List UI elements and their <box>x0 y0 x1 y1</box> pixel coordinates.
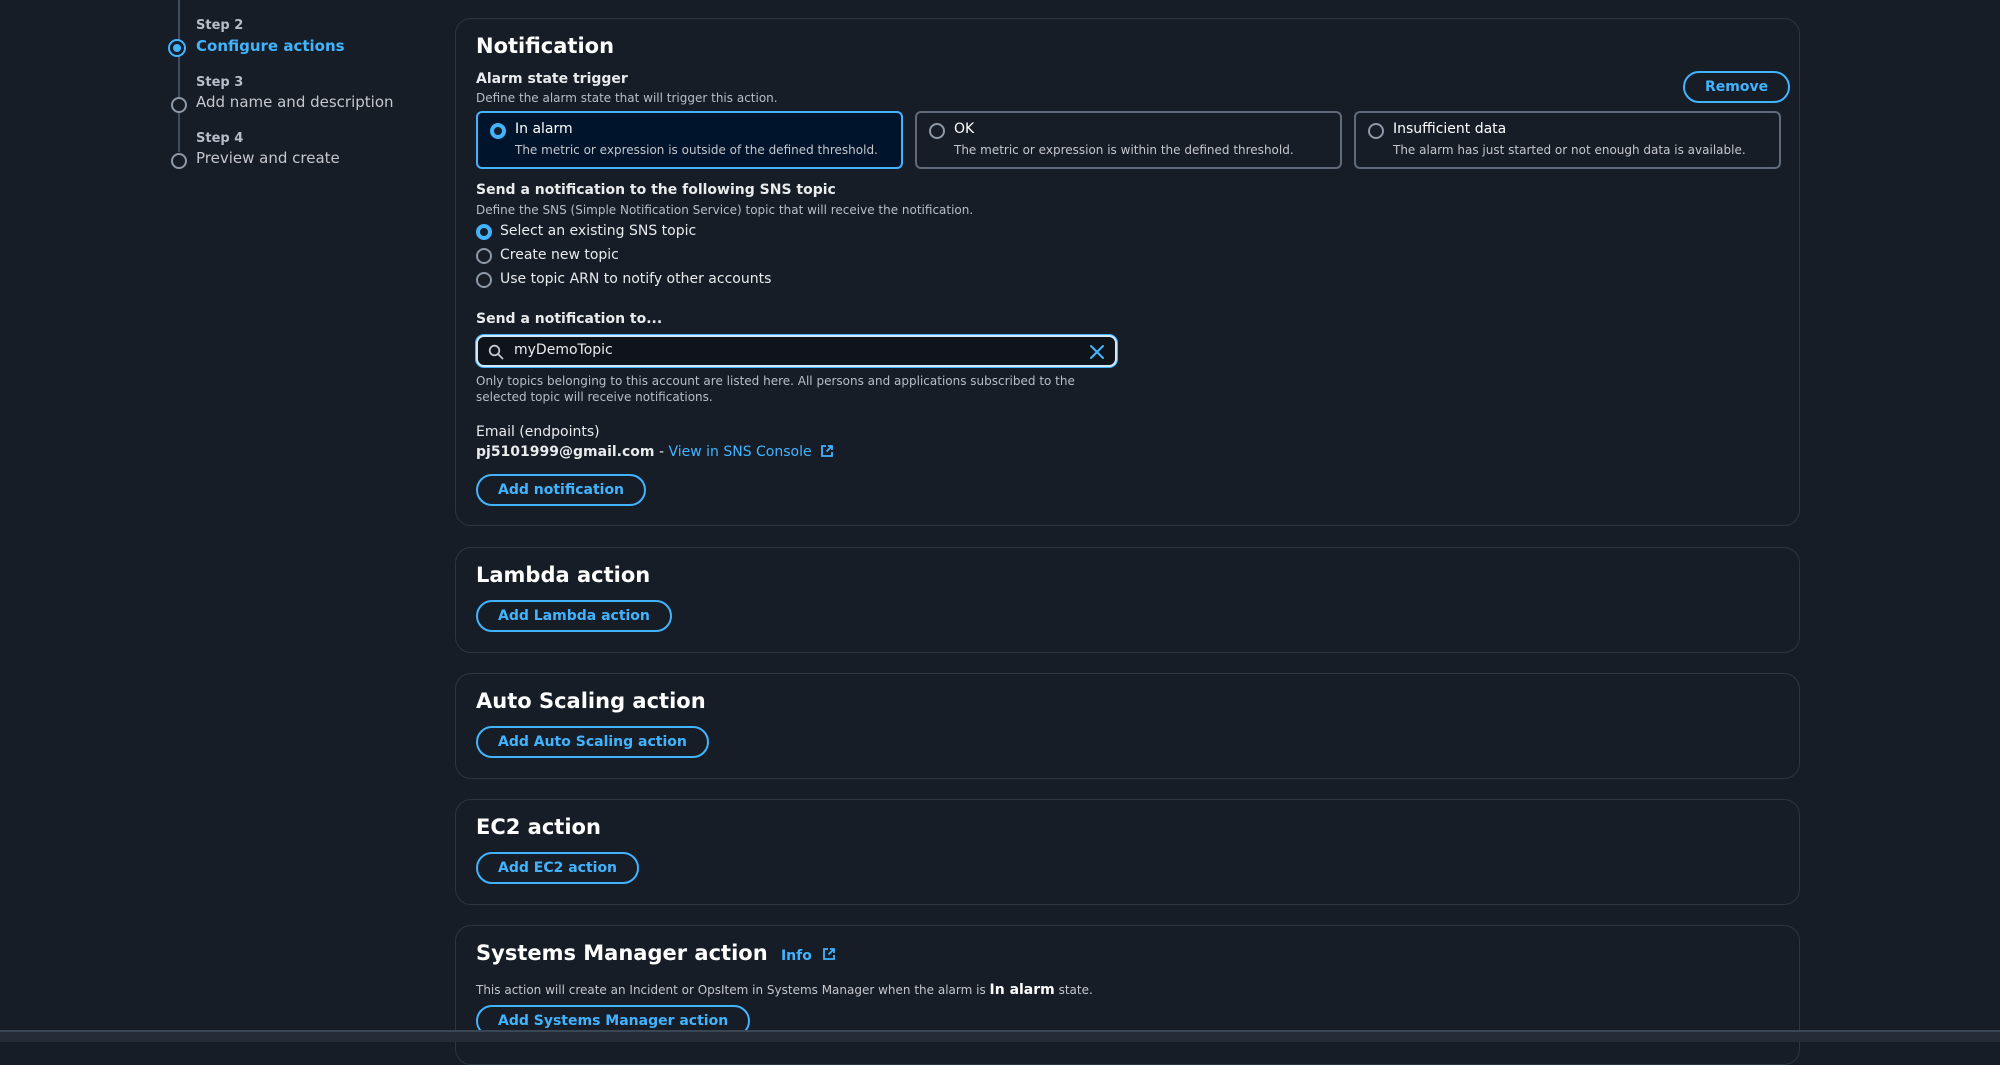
search-value[interactable]: myDemoTopic <box>514 342 613 358</box>
sns-option-label: Create new topic <box>500 247 619 263</box>
view-in-sns-console-link[interactable]: View in SNS Console <box>668 444 811 460</box>
auto-scaling-action-card: Auto Scaling action Add Auto Scaling act… <box>455 673 1800 779</box>
alarm-state-ok-tile[interactable]: OK The metric or expression is within th… <box>915 111 1342 169</box>
systems-manager-action-card: Systems Manager action Info This action … <box>455 925 1800 1065</box>
description-text: state. <box>1054 983 1093 997</box>
clear-icon[interactable] <box>1089 344 1105 360</box>
add-lambda-action-button[interactable]: Add Lambda action <box>476 600 672 632</box>
ec2-action-card: EC2 action Add EC2 action <box>455 799 1800 905</box>
stepper-line <box>178 54 180 98</box>
info-link[interactable]: Info <box>781 948 812 964</box>
description-text: This action will create an Incident or O… <box>476 983 990 997</box>
sns-option-label: Select an existing SNS topic <box>500 223 697 239</box>
in-alarm-emphasis: In alarm <box>989 982 1055 998</box>
alarm-state-insufficient-data-tile[interactable]: Insufficient data The alarm has just sta… <box>1354 111 1781 169</box>
tile-title: OK <box>954 121 975 137</box>
sns-topic-label: Send a notification to the following SNS… <box>476 182 836 198</box>
systems-manager-description: This action will create an Incident or O… <box>476 982 1093 998</box>
send-notification-to-label: Send a notification to... <box>476 311 663 327</box>
radio-checked-icon[interactable] <box>490 123 506 139</box>
radio-unchecked-icon[interactable] <box>1368 123 1384 139</box>
sns-option-label: Use topic ARN to notify other accounts <box>500 271 772 287</box>
step-3-add-name[interactable]: Add name and description <box>196 93 394 111</box>
bottom-bar <box>0 1030 2000 1042</box>
sns-topic-description: Define the SNS (Simple Notification Serv… <box>476 203 974 217</box>
alarm-state-trigger-label: Alarm state trigger <box>476 71 628 87</box>
step-2-configure-actions[interactable]: Configure actions <box>196 37 345 55</box>
notification-card: Notification Remove Alarm state trigger … <box>455 18 1800 526</box>
radio-unchecked-icon[interactable] <box>929 123 945 139</box>
auto-scaling-action-title: Auto Scaling action <box>476 689 706 713</box>
alarm-state-in-alarm-tile[interactable]: In alarm The metric or expression is out… <box>476 111 903 169</box>
tile-description: The metric or expression is within the d… <box>954 143 1294 157</box>
step-4-preview[interactable]: Preview and create <box>196 149 340 167</box>
tile-title: In alarm <box>515 121 573 137</box>
search-icon <box>488 344 504 360</box>
tile-title: Insufficient data <box>1393 121 1507 137</box>
step-3-indicator-icon <box>171 97 187 113</box>
lambda-action-card: Lambda action Add Lambda action <box>455 547 1800 653</box>
step-4-number: Step 4 <box>196 131 244 146</box>
step-2-number: Step 2 <box>196 18 244 33</box>
step-3-number: Step 3 <box>196 75 244 90</box>
separator: - <box>654 444 669 460</box>
radio-unchecked-icon[interactable] <box>476 248 492 264</box>
sns-topic-search-input[interactable]: myDemoTopic <box>476 335 1117 367</box>
alarm-state-trigger-description: Define the alarm state that will trigger… <box>476 91 778 105</box>
add-ec2-action-button[interactable]: Add EC2 action <box>476 852 640 884</box>
email-endpoint: pj5101999@gmail.com <box>476 444 655 460</box>
stepper-line <box>178 110 180 152</box>
tile-description: The alarm has just started or not enough… <box>1393 143 1746 157</box>
send-to-hint: Only topics belonging to this account ar… <box>476 374 1075 404</box>
notification-title: Notification <box>476 34 615 58</box>
external-link-icon[interactable] <box>820 444 834 458</box>
add-notification-button[interactable]: Add notification <box>476 474 647 506</box>
step-4-indicator-icon <box>171 153 187 169</box>
remove-button[interactable]: Remove <box>1683 71 1791 103</box>
radio-unchecked-icon[interactable] <box>476 272 492 288</box>
radio-checked-icon[interactable] <box>476 224 492 240</box>
tile-description: The metric or expression is outside of t… <box>515 143 878 157</box>
stepper-line <box>178 0 180 40</box>
lambda-action-title: Lambda action <box>476 563 651 587</box>
email-endpoints-label: Email (endpoints) <box>476 424 600 440</box>
add-auto-scaling-action-button[interactable]: Add Auto Scaling action <box>476 726 709 758</box>
email-endpoint-row: pj5101999@gmail.com - View in SNS Consol… <box>476 444 834 460</box>
external-link-icon[interactable] <box>822 947 836 961</box>
ec2-action-title: EC2 action <box>476 815 601 839</box>
systems-manager-action-title-row: Systems Manager action Info <box>476 941 836 965</box>
systems-manager-action-title: Systems Manager action <box>476 941 768 965</box>
step-2-active-indicator-icon <box>168 39 186 57</box>
